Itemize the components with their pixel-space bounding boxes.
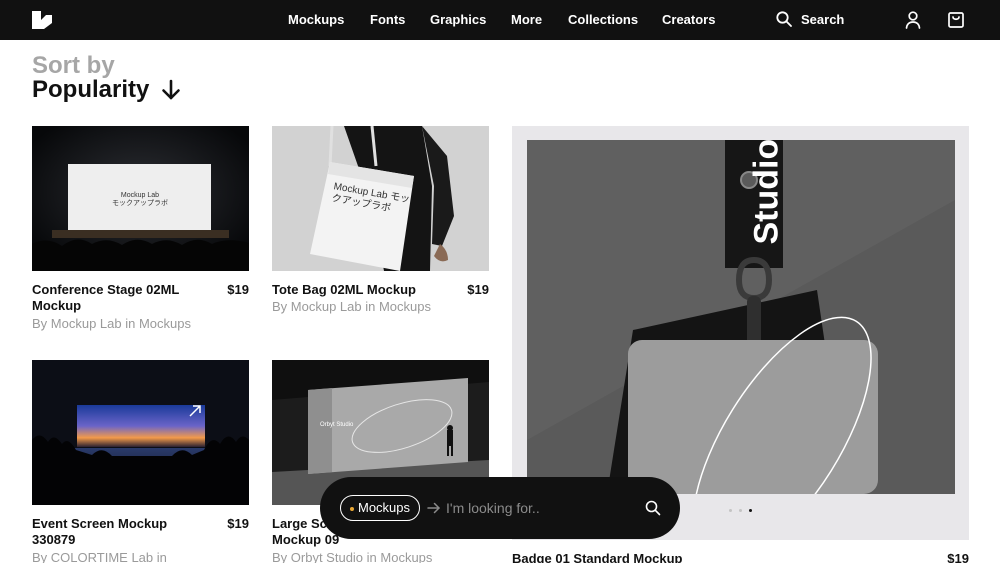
product-image[interactable]: Studio [527, 140, 955, 494]
product-subtitle[interactable]: By Mockup Lab in Mockups [32, 316, 191, 332]
search-label: Search [801, 12, 845, 27]
arrow-right-icon [427, 502, 440, 514]
product-title[interactable]: Tote Bag 02ML Mockup [272, 282, 452, 298]
category-dot-icon [350, 507, 354, 511]
product-title[interactable]: Badge 01 Standard Mockup [512, 551, 812, 563]
nav-item-creators[interactable]: Creators [662, 0, 715, 40]
search-input[interactable] [446, 498, 636, 518]
category-pill[interactable]: Mockups [340, 495, 420, 521]
cart-icon[interactable] [946, 10, 966, 30]
user-icon[interactable] [903, 10, 923, 30]
search-icon[interactable] [645, 500, 661, 516]
sort-dropdown[interactable]: Popularity [32, 76, 149, 104]
product-price: $19 [467, 282, 489, 297]
product-title[interactable]: Conference Stage 02ML Mockup [32, 282, 202, 314]
product-image[interactable]: Mockup Lab モックアップラボ [32, 126, 249, 271]
lanyard-text: Studio [747, 140, 786, 245]
product-price: $19 [227, 516, 249, 531]
product-title[interactable]: Event Screen Mockup 330879 [32, 516, 202, 548]
nav-item-fonts[interactable]: Fonts [370, 0, 405, 40]
brand-logo-icon[interactable] [32, 11, 52, 29]
product-price: $19 [227, 282, 249, 297]
product-image[interactable] [32, 360, 249, 505]
event-screen-image [32, 360, 249, 505]
nav-item-mockups[interactable]: Mockups [288, 0, 344, 40]
badge-image [527, 140, 955, 494]
carousel-dot[interactable] [739, 509, 742, 512]
product-subtitle[interactable]: By Mockup Lab in Mockups [272, 299, 431, 315]
arrow-down-icon[interactable] [161, 79, 181, 101]
image-caption: Mockup Lab モックアップラボ [112, 192, 168, 207]
top-nav-bar: Mockups Fonts Graphics More Collections … [0, 0, 1000, 40]
nav-item-graphics[interactable]: Graphics [430, 0, 486, 40]
product-subtitle[interactable]: By COLORTIME Lab in [32, 550, 167, 563]
image-caption: Orbyt Studio [320, 422, 354, 428]
nav-item-collections[interactable]: Collections [568, 0, 638, 40]
category-pill-label: Mockups [358, 500, 411, 515]
product-subtitle[interactable]: By Orbyt Studio in Mockups [272, 550, 432, 563]
search-icon [776, 11, 792, 27]
floating-search-bar: Mockups [320, 477, 680, 539]
search-button[interactable]: Search [776, 11, 856, 29]
carousel-dots [727, 508, 757, 514]
carousel-dot-active[interactable] [749, 509, 752, 512]
product-image[interactable]: Mockup Lab モックアップラボ [272, 126, 489, 271]
nav-item-more[interactable]: More [511, 0, 542, 40]
product-price: $19 [947, 551, 969, 563]
carousel-dot[interactable] [729, 509, 732, 512]
